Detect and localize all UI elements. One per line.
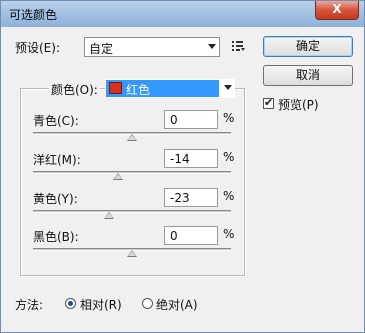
preset-dropdown[interactable]: 自定 (84, 37, 220, 57)
colors-label: 颜色(O): (49, 81, 100, 98)
slider-track[interactable] (33, 210, 231, 213)
relative-radio[interactable] (65, 298, 76, 309)
slider-value-input[interactable]: -23 (164, 188, 218, 207)
cancel-button[interactable]: 取消 (263, 65, 353, 86)
slider-value-input[interactable]: 0 (164, 226, 218, 245)
preset-label: 预设(E): (15, 41, 60, 55)
checkmark-icon: ✔ (264, 96, 274, 109)
slider-label: 洋红(M): (33, 153, 81, 167)
preset-options-icon[interactable] (232, 40, 246, 52)
colors-dropdown[interactable]: 红色 (105, 79, 235, 98)
selective-color-dialog: 可选颜色 X 预设(E): 自定 确定 取消 ✔ 预览(P) 颜色(O): 红色… (0, 0, 365, 333)
preset-value: 自定 (89, 42, 114, 56)
percent-unit: % (223, 189, 235, 203)
slider-label: 黑色(B): (33, 230, 79, 244)
percent-unit: % (223, 150, 235, 164)
absolute-radio[interactable] (142, 298, 153, 309)
window-title: 可选颜色 (9, 8, 58, 22)
percent-unit: % (223, 111, 235, 125)
chevron-down-icon (208, 44, 216, 49)
percent-unit: % (223, 227, 235, 241)
colors-value: 红色 (126, 83, 151, 97)
title-bar: 可选颜色 (1, 1, 364, 27)
slider-value: 0 (170, 229, 178, 243)
slider-thumb[interactable] (127, 134, 137, 141)
selection-highlight (106, 80, 219, 97)
slider-value: -14 (170, 152, 190, 166)
slider-track[interactable] (33, 171, 231, 174)
preview-checkbox[interactable]: ✔ (263, 96, 274, 109)
ok-button[interactable]: 确定 (263, 36, 353, 57)
preview-label: 预览(P) (278, 98, 319, 112)
slider-thumb[interactable] (104, 212, 115, 219)
slider-thumb[interactable] (113, 173, 124, 180)
slider-value: 0 (170, 113, 178, 127)
radio-dot (68, 301, 73, 306)
slider-label: 青色(C): (33, 114, 79, 128)
slider-value-input[interactable]: 0 (164, 110, 218, 129)
slider-value-input[interactable]: -14 (164, 149, 218, 168)
method-label: 方法: (15, 298, 44, 312)
absolute-label[interactable]: 绝对(A) (156, 296, 198, 313)
color-swatch (109, 82, 122, 94)
relative-label[interactable]: 相对(R) (80, 296, 122, 313)
chevron-down-icon (224, 85, 232, 90)
close-button[interactable]: X (315, 1, 359, 20)
slider-value: -23 (170, 191, 190, 205)
slider-thumb[interactable] (127, 250, 137, 257)
slider-label: 黄色(Y): (33, 192, 78, 206)
